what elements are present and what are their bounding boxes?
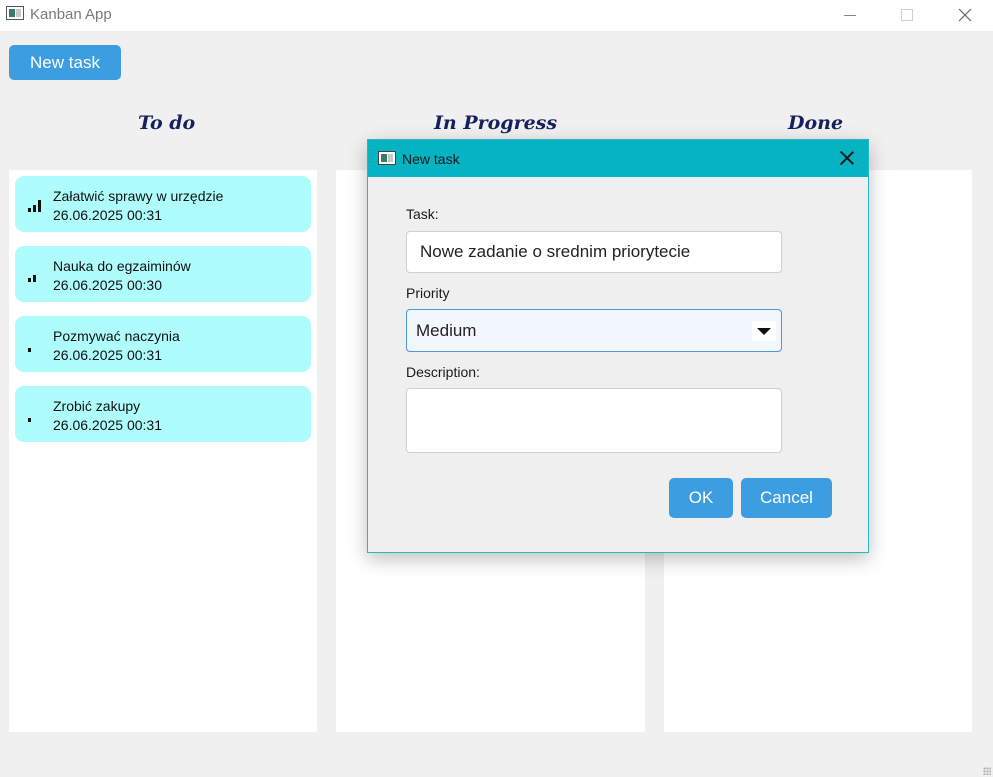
maximize-icon <box>901 9 913 22</box>
maximize-button[interactable] <box>884 0 930 31</box>
task-title: Załatwić sprawy w urzędzie <box>53 188 224 204</box>
window-title: Kanban App <box>30 6 112 23</box>
column-header-in-progress: In Progress <box>434 112 558 134</box>
new-task-button[interactable]: New task <box>9 45 121 80</box>
dialog-app-icon <box>378 151 396 165</box>
task-label: Task: <box>406 206 439 222</box>
priority-medium-icon <box>28 266 44 282</box>
priority-high-icon <box>28 196 44 212</box>
task-date: 26.06.2025 00:31 <box>53 417 162 433</box>
close-icon <box>958 8 972 22</box>
task-date: 26.06.2025 00:31 <box>53 207 162 223</box>
app-icon <box>6 6 24 20</box>
task-card[interactable]: Zrobić zakupy 26.06.2025 00:31 <box>15 386 311 442</box>
priority-select[interactable]: Medium <box>406 309 782 352</box>
task-date: 26.06.2025 00:31 <box>53 347 162 363</box>
dialog-titlebar: New task <box>368 140 868 177</box>
new-task-dialog: New task Task: Nowe zadanie o srednim pr… <box>367 139 869 553</box>
task-card[interactable]: Nauka do egzaiminów 26.06.2025 00:30 <box>15 246 311 302</box>
cancel-button[interactable]: Cancel <box>741 478 832 518</box>
priority-low-icon <box>28 336 44 352</box>
priority-label: Priority <box>406 285 450 301</box>
todo-column[interactable]: Załatwić sprawy w urzędzie 26.06.2025 00… <box>9 170 317 732</box>
close-button[interactable] <box>942 0 988 31</box>
minimize-button[interactable] <box>827 0 873 31</box>
dialog-title: New task <box>402 151 460 167</box>
priority-low-icon <box>28 406 44 422</box>
description-label: Description: <box>406 364 480 380</box>
priority-select-value: Medium <box>416 321 477 340</box>
task-card[interactable]: Pozmywać naczynia 26.06.2025 00:31 <box>15 316 311 372</box>
task-title: Nauka do egzaiminów <box>53 258 191 274</box>
chevron-down-icon[interactable] <box>752 321 776 341</box>
window-titlebar: Kanban App <box>0 0 993 31</box>
dialog-close-icon[interactable] <box>838 149 856 167</box>
column-header-todo: To do <box>138 112 196 134</box>
description-textarea[interactable] <box>406 388 782 453</box>
task-card[interactable]: Załatwić sprawy w urzędzie 26.06.2025 00… <box>15 176 311 232</box>
column-header-done: Done <box>788 112 844 134</box>
task-date: 26.06.2025 00:30 <box>53 277 162 293</box>
task-title: Pozmywać naczynia <box>53 328 180 344</box>
task-title: Zrobić zakupy <box>53 398 141 414</box>
minimize-icon <box>844 14 856 16</box>
ok-button[interactable]: OK <box>669 478 733 518</box>
resize-grip[interactable] <box>983 767 991 775</box>
task-input[interactable]: Nowe zadanie o srednim priorytecie <box>406 231 782 273</box>
